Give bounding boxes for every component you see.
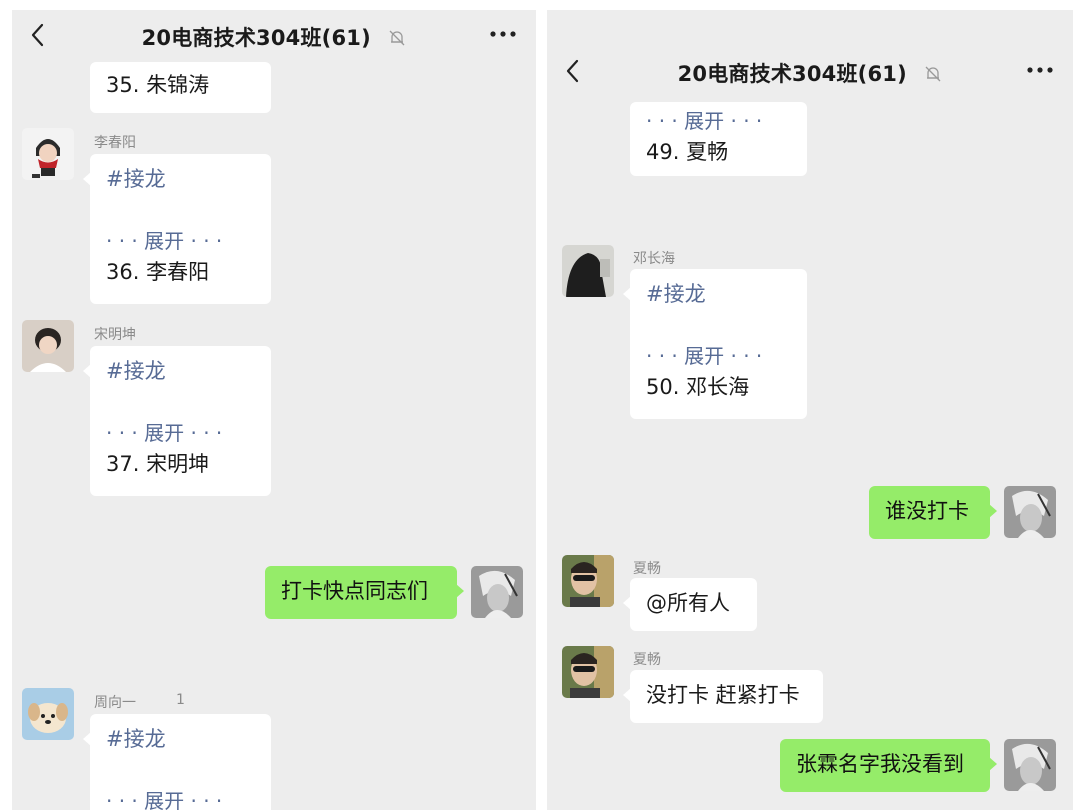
- message-bubble[interactable]: #接龙 · · · 展开 · · · 37. 宋明坤: [83, 346, 271, 496]
- anime-character-avatar[interactable]: [22, 128, 74, 180]
- chat-title-wrap: 20电商技术304班(61): [12, 22, 536, 52]
- message-text: 没打卡 赶紧打卡: [646, 683, 800, 707]
- message-text: 49. 夏畅: [646, 140, 729, 164]
- own-message-bubble[interactable]: 打卡快点同志们: [265, 566, 464, 619]
- expand-link[interactable]: · · · 展开 · · ·: [106, 786, 255, 810]
- message-text: 35. 朱锦涛: [106, 73, 210, 97]
- sender-name: 邓长海: [633, 251, 675, 267]
- message-text: 张霖名字我没看到: [796, 752, 964, 776]
- sunglasses-photo-avatar[interactable]: [562, 555, 614, 607]
- message-text: 50. 邓长海: [646, 375, 750, 399]
- expand-link[interactable]: · · · 展开 · · ·: [646, 106, 791, 137]
- dark-photo-avatar[interactable]: [562, 245, 614, 297]
- message-text: 37. 宋明坤: [106, 452, 210, 476]
- sketch-portrait-avatar[interactable]: [1004, 486, 1056, 538]
- message-bubble[interactable]: 没打卡 赶紧打卡: [623, 670, 823, 723]
- sketch-portrait-avatar[interactable]: [471, 566, 523, 618]
- message-bubble[interactable]: #接龙 · · · 展开 · · ·: [83, 714, 271, 810]
- person-photo-avatar[interactable]: [22, 320, 74, 372]
- message-bubble[interactable]: #接龙 · · · 展开 · · · 36. 李春阳: [83, 154, 271, 304]
- sender-name: 夏畅: [633, 652, 661, 668]
- chat-header: 20电商技术304班(61): [547, 46, 1073, 96]
- jielong-tag[interactable]: #接龙: [646, 279, 791, 310]
- sender-badge-count: 1: [176, 692, 185, 708]
- jielong-tag[interactable]: #接龙: [106, 724, 255, 755]
- muted-bell-icon: [925, 66, 941, 82]
- expand-link[interactable]: · · · 展开 · · ·: [106, 418, 255, 449]
- message-bubble[interactable]: #接龙 · · · 展开 · · · 50. 邓长海: [623, 269, 807, 419]
- message-bubble[interactable]: @所有人: [623, 578, 757, 631]
- expand-link[interactable]: · · · 展开 · · ·: [646, 341, 791, 372]
- sender-name: 李春阳: [94, 135, 136, 151]
- message-text: 打卡快点同志们: [281, 579, 428, 603]
- more-options-icon[interactable]: [488, 24, 518, 44]
- chat-title-wrap: 20电商技术304班(61): [547, 58, 1073, 88]
- message-bubble[interactable]: 35. 朱锦涛: [90, 62, 271, 113]
- jielong-tag[interactable]: #接龙: [106, 164, 255, 195]
- sunglasses-photo-avatar[interactable]: [562, 646, 614, 698]
- sketch-portrait-avatar[interactable]: [1004, 739, 1056, 791]
- own-message-bubble[interactable]: 谁没打卡: [869, 486, 997, 539]
- message-text: @所有人: [646, 591, 730, 615]
- sender-name: 宋明坤: [94, 327, 136, 343]
- message-bubble[interactable]: · · · 展开 · · · 49. 夏畅: [630, 102, 807, 176]
- jielong-tag[interactable]: #接龙: [106, 356, 255, 387]
- muted-bell-icon: [389, 30, 405, 46]
- message-text: 谁没打卡: [885, 499, 969, 523]
- chat-screen-left: 20电商技术304班(61) 35. 朱锦涛 李春阳 #接龙 · · · 展开 …: [12, 10, 536, 810]
- puppy-avatar[interactable]: [22, 688, 74, 740]
- chat-screen-right: 20电商技术304班(61) · · · 展开 · · · 49. 夏畅 邓长海…: [547, 10, 1073, 810]
- expand-link[interactable]: · · · 展开 · · ·: [106, 226, 255, 257]
- own-message-bubble[interactable]: 张霖名字我没看到: [780, 739, 997, 792]
- chat-title: 20电商技术304班(61): [677, 62, 907, 86]
- message-text: 36. 李春阳: [106, 260, 210, 284]
- sender-name: 夏畅: [633, 561, 661, 577]
- more-options-icon[interactable]: [1025, 60, 1055, 80]
- sender-name: 周向一: [94, 695, 136, 711]
- chat-header: 20电商技术304班(61): [12, 10, 536, 60]
- chat-title: 20电商技术304班(61): [141, 26, 371, 50]
